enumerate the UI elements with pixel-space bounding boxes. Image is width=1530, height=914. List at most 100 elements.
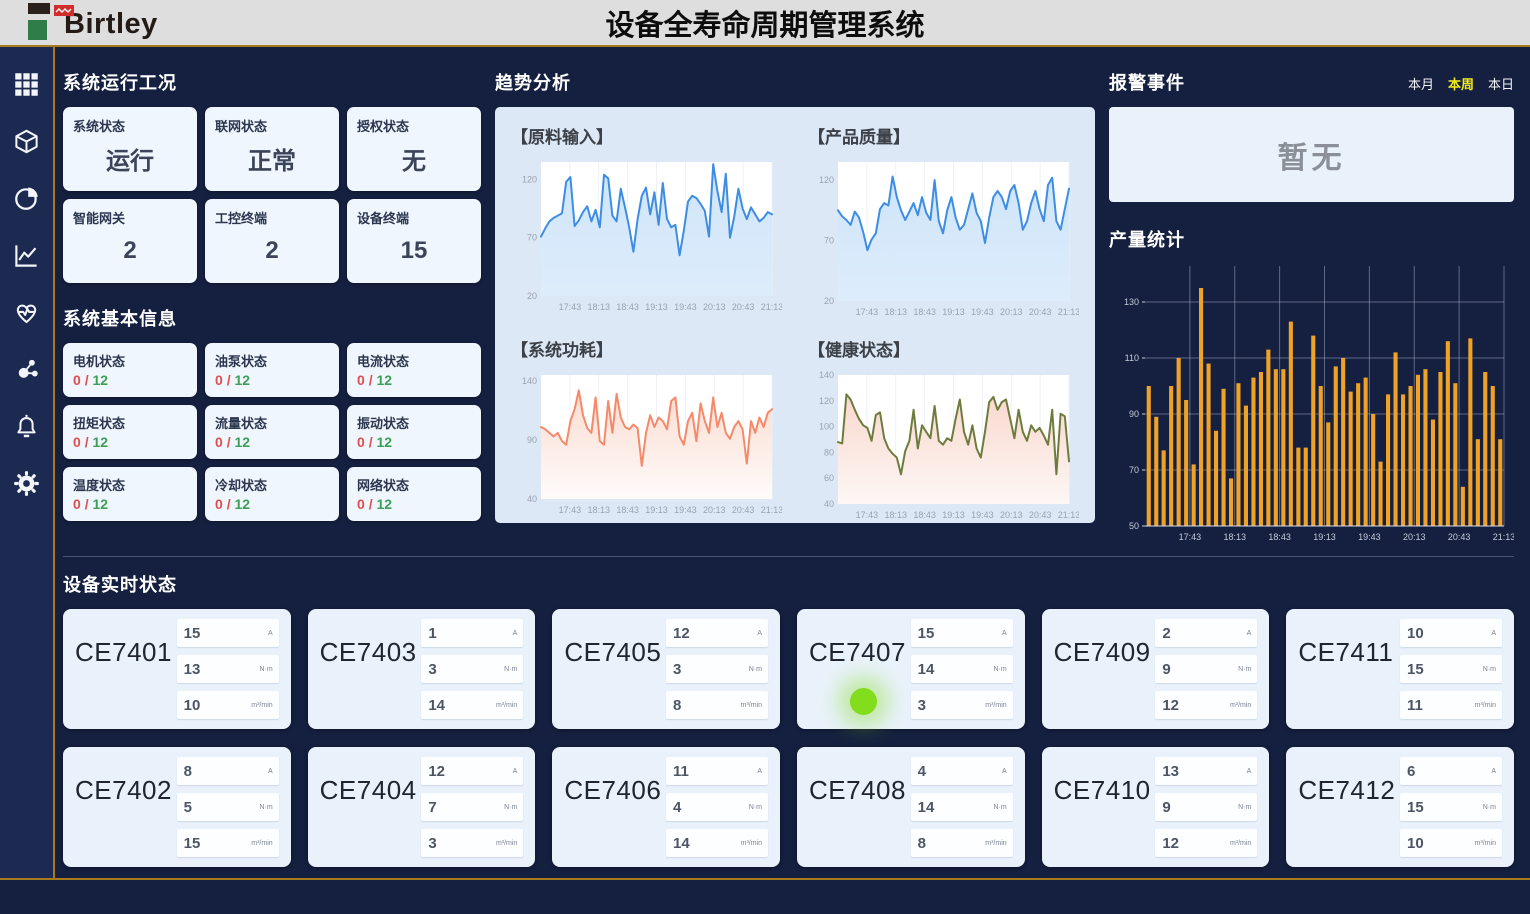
status-card-label: 智能网关 [73, 208, 187, 227]
svg-text:50: 50 [1129, 521, 1139, 531]
info-card-count: 0 / 12 [73, 496, 187, 512]
svg-text:19:43: 19:43 [971, 510, 994, 520]
device-metric-row: 3N·m [666, 655, 768, 683]
svg-text:140: 140 [522, 376, 537, 386]
device-card-ce7405[interactable]: CE7405 12A 3N·m 8m³/min [552, 609, 780, 729]
device-metric-row: 10m³/min [1400, 829, 1502, 857]
svg-text:90: 90 [1129, 409, 1139, 419]
status-card-terminal: 工控终端 2 [205, 199, 339, 283]
molecule-icon[interactable] [12, 354, 42, 384]
device-metric-row: 8A [177, 757, 279, 785]
bell-icon[interactable] [12, 411, 42, 441]
device-card-ce7403[interactable]: CE7403 1A 3N·m 14m³/min [308, 609, 536, 729]
device-metric-row: 10A [1400, 619, 1502, 647]
alarm-tab-day[interactable]: 本日 [1488, 74, 1514, 93]
info-card-label: 扭矩状态 [73, 413, 187, 432]
device-metric-row: 15A [911, 619, 1013, 647]
device-metric-row: 12A [421, 757, 523, 785]
status-card-device-terminal: 设备终端 15 [347, 199, 481, 283]
line-chart-icon[interactable] [12, 240, 42, 270]
status-card-value: 正常 [215, 135, 329, 182]
svg-text:17:43: 17:43 [856, 307, 879, 317]
cube-icon[interactable] [12, 126, 42, 156]
status-card-label: 授权状态 [357, 116, 471, 135]
svg-text:90: 90 [527, 435, 537, 445]
svg-text:21:13: 21:13 [1493, 532, 1514, 542]
alarm-tab-month[interactable]: 本月 [1408, 74, 1434, 93]
info-card-flow: 流量状态 0 / 12 [205, 405, 339, 459]
raw-input-chart: 207012017:4318:1318:4319:1319:4320:1320:… [511, 152, 782, 324]
device-metric-row: 3N·m [421, 655, 523, 683]
device-metric-row: 4N·m [666, 793, 768, 821]
device-name: CE7412 [1298, 757, 1400, 857]
alarm-tab-week[interactable]: 本周 [1448, 74, 1474, 93]
svg-text:19:43: 19:43 [1358, 532, 1381, 542]
svg-text:110: 110 [1125, 353, 1139, 363]
health-icon[interactable] [12, 297, 42, 327]
svg-text:19:13: 19:13 [942, 307, 965, 317]
device-metric-row: 13A [1155, 757, 1257, 785]
device-card-ce7402[interactable]: CE7402 8A 5N·m 15m³/min [63, 747, 291, 867]
svg-text:21:13: 21:13 [1058, 307, 1079, 317]
info-card-motor: 电机状态 0 / 12 [63, 343, 197, 397]
footer-bar [0, 878, 1530, 914]
device-metric-row: 11m³/min [1400, 691, 1502, 719]
svg-text:19:13: 19:13 [942, 510, 965, 520]
device-grid-row1: CE7401 15A 13N·m 10m³/min CE7403 1A 3N·m… [63, 609, 1514, 729]
device-name: CE7406 [564, 757, 666, 857]
status-card-value: 15 [357, 227, 471, 274]
device-name: CE7403 [320, 619, 422, 719]
device-metric-row: 14N·m [911, 793, 1013, 821]
svg-text:20:13: 20:13 [1000, 510, 1023, 520]
grid-icon[interactable] [12, 69, 42, 99]
svg-text:21:13: 21:13 [761, 505, 782, 515]
svg-text:18:43: 18:43 [616, 302, 639, 312]
device-metric-row: 3m³/min [421, 829, 523, 857]
status-card-label: 系统状态 [73, 116, 187, 135]
health-chart: 40608010012014017:4318:1318:4319:1319:43… [808, 365, 1079, 527]
status-card-label: 联网状态 [215, 116, 329, 135]
device-card-ce7404[interactable]: CE7404 12A 7N·m 3m³/min [308, 747, 536, 867]
alarm-empty-state: 暂无 [1109, 107, 1514, 202]
device-metric-row: 9N·m [1155, 655, 1257, 683]
device-metric-row: 4A [911, 757, 1013, 785]
svg-text:140: 140 [819, 370, 834, 380]
product-quality-chart-title: 【产品质量】 [808, 123, 1079, 148]
svg-text:18:13: 18:13 [587, 302, 610, 312]
production-bar-chart: 50709011013017:4318:1318:4319:1319:4320:… [1109, 264, 1514, 544]
device-card-ce7409[interactable]: CE7409 2A 9N·m 12m³/min [1042, 609, 1270, 729]
device-card-ce7408[interactable]: CE7408 4A 14N·m 8m³/min [797, 747, 1025, 867]
svg-text:70: 70 [1129, 465, 1139, 475]
device-metric-row: 5N·m [177, 793, 279, 821]
device-card-ce7407[interactable]: CE7407 15A 14N·m 3m³/min [797, 609, 1025, 729]
system-info-grid: 电机状态 0 / 12 油泵状态 0 / 12 电流状态 0 / 12 扭矩状态… [63, 343, 481, 521]
svg-text:20: 20 [527, 291, 537, 301]
device-name: CE7409 [1054, 619, 1156, 719]
device-status-indicator [850, 688, 877, 715]
pie-chart-icon[interactable] [12, 183, 42, 213]
device-card-ce7411[interactable]: CE7411 10A 15N·m 11m³/min [1286, 609, 1514, 729]
device-name: CE7405 [564, 619, 666, 719]
health-chart-title: 【健康状态】 [808, 336, 1079, 361]
svg-text:120: 120 [819, 396, 834, 406]
status-card-label: 工控终端 [215, 208, 329, 227]
svg-text:19:43: 19:43 [674, 505, 697, 515]
svg-text:20:13: 20:13 [703, 505, 726, 515]
gear-icon[interactable] [12, 468, 42, 498]
system-status-grid: 系统状态 运行 联网状态 正常 授权状态 无 智能网关 2 [63, 107, 481, 283]
device-metric-row: 15m³/min [177, 829, 279, 857]
svg-text:20: 20 [824, 296, 834, 306]
device-card-ce7401[interactable]: CE7401 15A 13N·m 10m³/min [63, 609, 291, 729]
device-card-ce7410[interactable]: CE7410 13A 9N·m 12m³/min [1042, 747, 1270, 867]
device-name: CE7404 [320, 757, 422, 857]
device-name: CE7408 [809, 757, 911, 857]
svg-text:18:13: 18:13 [884, 510, 907, 520]
page-title: 设备全寿命周期管理系统 [0, 2, 1530, 44]
device-card-ce7412[interactable]: CE7412 6A 15N·m 10m³/min [1286, 747, 1514, 867]
device-name: CE7402 [75, 757, 177, 857]
device-metric-row: 7N·m [421, 793, 523, 821]
info-card-current: 电流状态 0 / 12 [347, 343, 481, 397]
device-grid-row2: CE7402 8A 5N·m 15m³/min CE7404 12A 7N·m … [63, 747, 1514, 867]
device-card-ce7406[interactable]: CE7406 11A 4N·m 14m³/min [552, 747, 780, 867]
svg-text:20:43: 20:43 [1448, 532, 1471, 542]
